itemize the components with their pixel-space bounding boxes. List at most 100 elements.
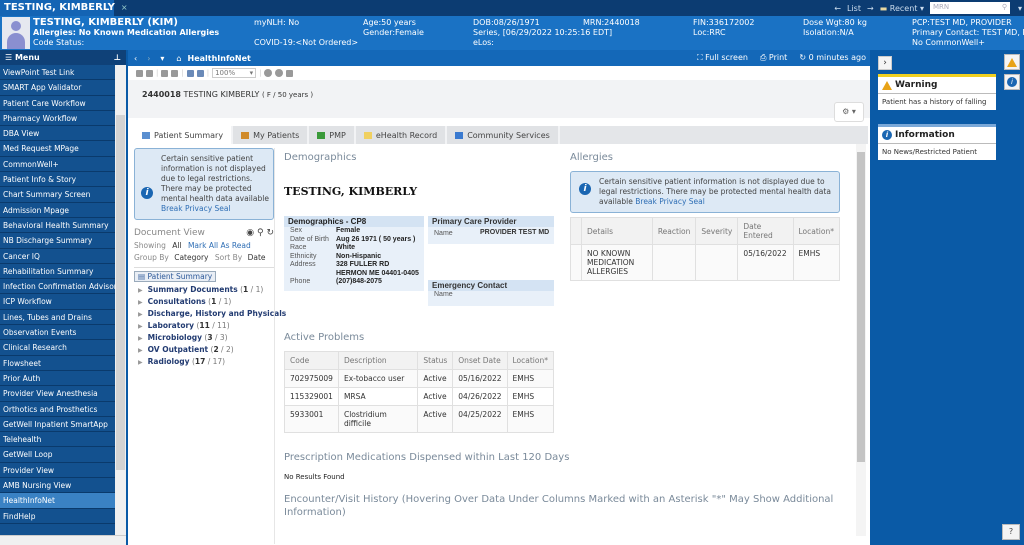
column-header[interactable]: Details [581, 217, 653, 245]
showing-value[interactable]: All [172, 241, 181, 250]
find-icon[interactable] [136, 69, 143, 77]
expand-arrow-icon[interactable]: ▶ [138, 299, 143, 306]
mark-all-read-link[interactable]: Mark All As Read [188, 241, 251, 250]
tab-my-patients[interactable]: My Patients [233, 126, 310, 144]
menu-item[interactable]: Provider View [0, 463, 115, 479]
menu-item[interactable]: Rehabilitation Summary [0, 264, 115, 280]
menu-item[interactable]: Med Request MPage [0, 141, 115, 157]
fullscreen-button[interactable]: ⛶ Full screen [697, 53, 748, 63]
table-row[interactable]: 115329001 MRSA Active 04/26/2022 EMHS [284, 387, 555, 406]
column-header[interactable]: Location* [506, 351, 555, 370]
menu-item[interactable]: GetWell Loop [0, 447, 115, 463]
page-icon[interactable] [146, 69, 153, 77]
menu-item[interactable]: Patient Care Workflow [0, 96, 115, 111]
content-scrollbar[interactable] [856, 144, 866, 536]
column-header[interactable]: Onset Date [452, 351, 508, 370]
menu-item[interactable]: DBA View [0, 126, 115, 142]
tree-node[interactable]: ▶ Consultations (1 / 1) [138, 297, 274, 306]
tree-node[interactable]: ▶ Summary Documents (1 / 1) [138, 285, 274, 294]
allergies-break-privacy-seal-link[interactable]: Break Privacy Seal [635, 197, 705, 206]
print-button[interactable]: ⎙ Print [760, 53, 787, 63]
zoom-in-icon[interactable] [196, 69, 204, 77]
menu-item[interactable]: Cancer IQ [0, 249, 115, 264]
search-icon[interactable]: ⚲ [257, 228, 264, 238]
menu-item[interactable]: ViewPoint Test Link [0, 65, 115, 81]
expand-arrow-icon[interactable]: ▶ [138, 311, 143, 318]
column-header[interactable]: Reaction [651, 217, 697, 245]
sort-by-value[interactable]: Date [248, 253, 266, 262]
menu-item[interactable]: Behavioral Health Summary [0, 218, 115, 234]
menu-item[interactable]: Lines, Tubes and Drains [0, 310, 115, 326]
menu-item[interactable]: Chart Summary Screen [0, 187, 115, 203]
tab-ehealth-record[interactable]: eHealth Record [355, 126, 448, 144]
warning-toggle-button[interactable] [1004, 54, 1020, 70]
panel-splitter[interactable] [274, 148, 275, 544]
menu-item[interactable]: Telehealth [0, 432, 115, 448]
settings-button[interactable]: ⚙ ▾ [834, 102, 864, 122]
table-row[interactable]: 5933001 Clostridium difficile Active 04/25/… [284, 405, 555, 433]
patient-tab[interactable]: TESTING, KIMBERLY × [0, 0, 128, 16]
banner-name[interactable]: TESTING, KIMBERLY (KIM) [33, 18, 219, 28]
menu-item[interactable]: Infection Confirmation Advisor [0, 279, 115, 295]
tree-node[interactable]: ▶ OV Outpatient (2 / 2) [138, 345, 274, 354]
menu-item[interactable]: Admission Mpage [0, 203, 115, 218]
menu-item[interactable]: CommonWell+ [0, 157, 115, 173]
menu-item[interactable]: FindHelp [0, 509, 115, 524]
tree-node[interactable]: ▶ Radiology (17 / 17) [138, 357, 274, 366]
menu-item[interactable]: AMB Nursing View [0, 478, 115, 494]
info-toggle-button[interactable]: i [1004, 74, 1020, 90]
column-header[interactable]: Code [284, 351, 339, 370]
menu-item[interactable]: Pharmacy Workflow [0, 111, 115, 127]
back-icon[interactable]: ‹ [134, 54, 137, 63]
back-circle-icon[interactable] [264, 69, 273, 77]
print-preview-icon[interactable] [161, 69, 169, 77]
column-header[interactable]: Date Entered [737, 217, 794, 245]
menu-item[interactable]: ICP Workflow [0, 294, 115, 310]
menu-item[interactable]: HealthInfoNet [0, 493, 115, 509]
menu-item[interactable]: Observation Events [0, 325, 115, 341]
expand-arrow-icon[interactable]: ▶ [138, 359, 143, 366]
tree-node[interactable]: ▶ Laboratory (11 / 11) [138, 321, 274, 330]
tree-node[interactable]: ▶ Discharge, History and Physicals [138, 309, 286, 318]
tab-community-services[interactable]: Community Services [447, 126, 560, 144]
search-dropdown-icon[interactable]: ▾ [1018, 4, 1022, 13]
forward-arrow-icon[interactable]: → [867, 4, 874, 13]
tree-node[interactable]: ▶ Microbiology (3 / 3) [138, 333, 274, 342]
refresh-icon[interactable]: ↻ [266, 228, 274, 238]
expand-arrow-icon[interactable]: ▶ [138, 323, 143, 330]
tree-root-patient-summary[interactable]: ▤ Patient Summary [134, 271, 217, 282]
tab-pmp[interactable]: PMP [309, 126, 356, 144]
back-arrow-icon[interactable]: ← [834, 4, 841, 13]
forward-icon[interactable]: › [147, 54, 150, 63]
scrollbar-thumb[interactable] [857, 152, 865, 462]
home-small-icon[interactable] [286, 69, 294, 77]
menu-scrollbar[interactable] [115, 65, 126, 535]
expand-arrow-icon[interactable]: ▶ [138, 287, 143, 294]
menu-item[interactable]: NB Discharge Summary [0, 233, 115, 249]
menu-item[interactable]: GetWell Inpatient SmartApp [0, 417, 115, 433]
expand-arrow-icon[interactable]: ▶ [138, 347, 143, 354]
menu-item[interactable]: Prior Auth [0, 371, 115, 387]
menu-item[interactable]: SMART App Validator [0, 80, 115, 96]
break-privacy-seal-link[interactable]: Break Privacy Seal [161, 204, 231, 213]
menu-item[interactable]: Patient Info & Story [0, 172, 115, 188]
expand-panel-button[interactable]: › [878, 56, 892, 70]
recent-button[interactable]: ▬ Recent ▾ [880, 4, 924, 13]
menu-item[interactable]: Provider View Anesthesia [0, 386, 115, 402]
expand-arrow-icon[interactable]: ▶ [138, 335, 143, 342]
search-icon[interactable]: ⚲ [1002, 3, 1007, 13]
help-button[interactable]: ? [1002, 524, 1020, 540]
column-header[interactable]: Status [417, 351, 454, 370]
eye-icon[interactable]: ◉ [246, 228, 254, 238]
group-by-value[interactable]: Category [174, 253, 208, 262]
mrn-search-input[interactable]: MRN ⚲ [929, 2, 1010, 14]
home-icon[interactable]: ⌂ [176, 54, 181, 63]
refresh-button[interactable]: ↻ 0 minutes ago [799, 53, 866, 63]
menu-item[interactable]: Orthotics and Prosthetics [0, 402, 115, 417]
menu-item[interactable]: Clinical Research [0, 340, 115, 356]
forward-circle-icon[interactable] [275, 69, 284, 77]
column-header[interactable]: Description [337, 351, 419, 370]
table-row[interactable]: 702975009 Ex-tobacco user Active 05/16/2022… [284, 369, 555, 388]
tab-patient-summary[interactable]: Patient Summary [134, 126, 234, 144]
menu-horizontal-scrollbar[interactable] [0, 535, 126, 545]
